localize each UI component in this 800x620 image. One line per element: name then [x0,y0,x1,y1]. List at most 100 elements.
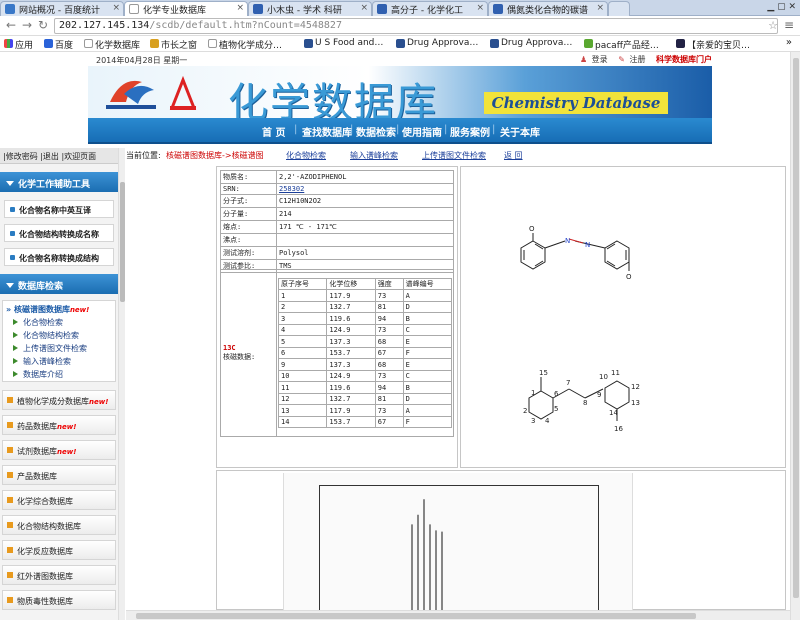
peak-cell: 5 [277,335,328,348]
tool-structure-to-name[interactable]: 化合物结构转换成名称 [4,224,114,242]
link-peak-search[interactable]: 输入谱峰检索 [350,150,398,161]
db-infrared[interactable]: 红外谱图数据库 [2,565,116,585]
db-structure[interactable]: 化合物结构数据库 [2,515,116,535]
info-key: SRN: [220,183,277,195]
bookmark-drug-approvals-1[interactable]: Drug Approva… [396,38,484,48]
db-comprehensive[interactable]: 化学综合数据库 [2,490,116,510]
sub-link-label: 化合物检索 [23,318,63,327]
sub-link-compound-search[interactable]: 化合物检索 [13,317,63,328]
close-tab-icon[interactable]: × [360,3,368,13]
portal-link[interactable]: 科学数据库门户 [656,55,712,64]
tab-chemistry-db[interactable]: 化学专业数据库 × [124,1,248,17]
green-arrow-icon [13,345,18,351]
info-row: 分子式: C12H10N2O2 [220,194,454,208]
peak-cell: 81 [374,300,404,314]
tool-name-to-structure[interactable]: 化合物名称转换成结构 [4,248,114,266]
db-bullet-icon [7,522,13,528]
sub-link-peak-search[interactable]: 输入谱峰检索 [13,356,71,367]
peak-cell: 13 [277,404,328,417]
sub-link-structure-search[interactable]: 化合物结构检索 [13,330,79,341]
link-back[interactable]: 返 回 [504,150,523,161]
db-toxicity[interactable]: 物质毒性数据库 [2,590,116,610]
tab-xiaomuchong[interactable]: 小木虫 - 学术 科研 × [248,1,372,16]
close-tab-icon[interactable]: × [596,3,604,13]
db-reaction[interactable]: 化学反应数据库 [2,540,116,560]
current-date: 2014年04月28日 星期一 [96,56,188,65]
tab-baidu-tongji[interactable]: 网站概况 - 百度统计 × [0,1,124,16]
col-header: 原子序号 [277,277,328,291]
bookmarks-overflow-chevron[interactable]: » [786,37,792,48]
bookmark-mayor[interactable]: 市长之窗 [150,38,197,51]
address-bar[interactable]: 202.127.145.134/scdb/default.htm?nCount=… [54,18,778,34]
tool-label: 化合物名称转换成结构 [19,254,99,263]
info-value[interactable]: 258302 [276,183,454,195]
db-reagent[interactable]: 试剂数据库new! [2,440,116,460]
nav-find-database[interactable]: 查找数据库 [302,124,352,139]
bookmark-baidu[interactable]: 百度 [44,38,73,51]
atom-num: 10 [599,373,608,381]
new-badge: new! [69,306,90,314]
bullet-icon [10,231,15,236]
page-scroll-thumb[interactable] [793,58,799,598]
menu-icon[interactable]: ≡ [784,18,794,32]
nmr-db-title[interactable]: » 核磁谱图数据库new! [6,304,89,315]
link-upload-search[interactable]: 上传谱图文件检索 [422,150,486,161]
browser-tab-bar: 网站概况 - 百度统计 × 化学专业数据库 × 小木虫 - 学术 科研 × 高分… [0,0,800,17]
atom-num: 11 [611,369,620,377]
nav-about[interactable]: 关于本库 [500,124,540,139]
search-header[interactable]: 数据库检索 [0,274,118,294]
db-drug[interactable]: 药品数据库new! [2,415,116,435]
mayor-icon [150,39,159,48]
bookmark-fda-food[interactable]: U S Food and… [304,38,390,48]
horizontal-scroll-thumb[interactable] [136,613,696,619]
spectrum-plot [411,499,443,612]
nav-home[interactable]: 首 页 [262,124,285,139]
page-scrollbar[interactable] [790,52,800,620]
new-tab-button[interactable] [608,1,630,16]
window-controls[interactable]: ▁ ▢ ✕ [767,2,796,12]
login-link[interactable]: 登录 [592,55,608,64]
bookmark-apps[interactable]: 应用 [4,38,33,51]
bookmark-phytochem[interactable]: 植物化学成分… [208,38,304,51]
info-row: 熔点: 171 ℃ - 171℃ [220,220,454,234]
atom-num: 14 [609,409,618,417]
tab-polymer[interactable]: 高分子 - 化学化工 × [372,1,488,16]
peak-row: 3 119.6 94 B [277,312,453,325]
close-tab-icon[interactable]: × [112,3,120,13]
bookmark-pacaff[interactable]: pacaff产品经… [584,38,670,51]
bookmark-baby[interactable]: 【亲爱的宝贝… [676,38,784,51]
nav-data-search[interactable]: 数据检索 [356,124,396,139]
peak-row: 1 117.9 73 A [277,289,453,302]
numbered-ring-right [604,380,630,410]
account-bar[interactable]: |修改密码 |退出 |欢迎页面 [0,148,118,164]
bookmark-star-icon[interactable]: ☆ [768,19,778,32]
tool-name-translate[interactable]: 化合物名称中英互译 [4,200,114,218]
sidebar-scrollbar[interactable] [118,148,125,620]
db-phytochemical[interactable]: 植物化学成分数据库new! [2,390,116,410]
forward-arrow-icon[interactable]: → [22,18,32,32]
close-tab-icon[interactable]: × [476,3,484,13]
sidebar-scroll-thumb[interactable] [120,182,125,302]
tools-header[interactable]: 化学工作辅助工具 [0,172,118,192]
peak-cell: 137.3 [326,358,376,371]
cas-logo-icon [169,75,197,110]
back-arrow-icon[interactable]: ← [6,18,16,32]
peak-cell: 12 [277,392,328,406]
nav-cases[interactable]: 服务案例 [450,124,490,139]
reload-icon[interactable]: ↻ [38,18,48,32]
sub-link-upload-spectrum[interactable]: 上传谱图文件检索 [13,343,87,354]
horizontal-scrollbar[interactable] [126,610,790,620]
peak-cell: 132.7 [326,392,376,406]
nav-user-guide[interactable]: 使用指南 [402,124,442,139]
close-tab-icon[interactable]: × [236,3,244,13]
tab-azo-carbon-nmr[interactable]: 偶氮类化合物的碳谱 × [488,1,608,16]
register-link[interactable]: 注册 [629,55,645,64]
sub-link-db-intro[interactable]: 数据库介绍 [13,369,63,380]
db-product[interactable]: 产品数据库 [2,465,116,485]
institute-logo-icon [106,80,156,109]
bookmark-label: 化学数据库 [95,41,141,51]
bookmark-chem-db[interactable]: 化学数据库 [84,38,140,51]
link-compound-search[interactable]: 化合物检索 [286,150,326,161]
bookmark-drug-approvals-2[interactable]: Drug Approva… [490,38,578,48]
info-row: 测试溶剂: Polysol [220,246,454,260]
